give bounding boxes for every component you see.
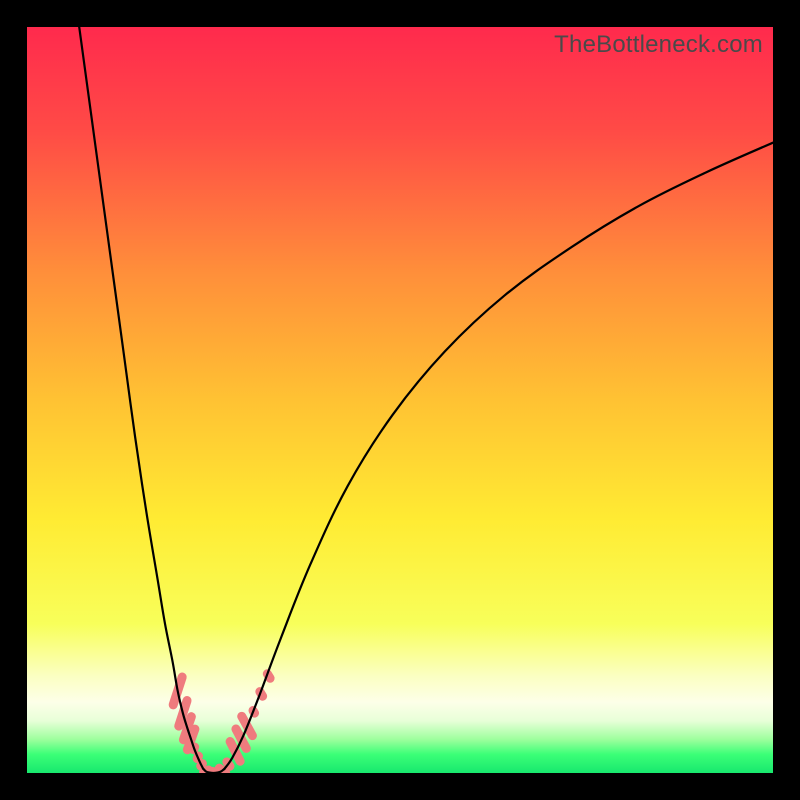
plot-area: TheBottleneck.com [27,27,773,773]
bottleneck-curve [79,27,773,773]
outer-frame: TheBottleneck.com [0,0,800,800]
watermark-text: TheBottleneck.com [554,31,763,59]
curve-layer [27,27,773,773]
